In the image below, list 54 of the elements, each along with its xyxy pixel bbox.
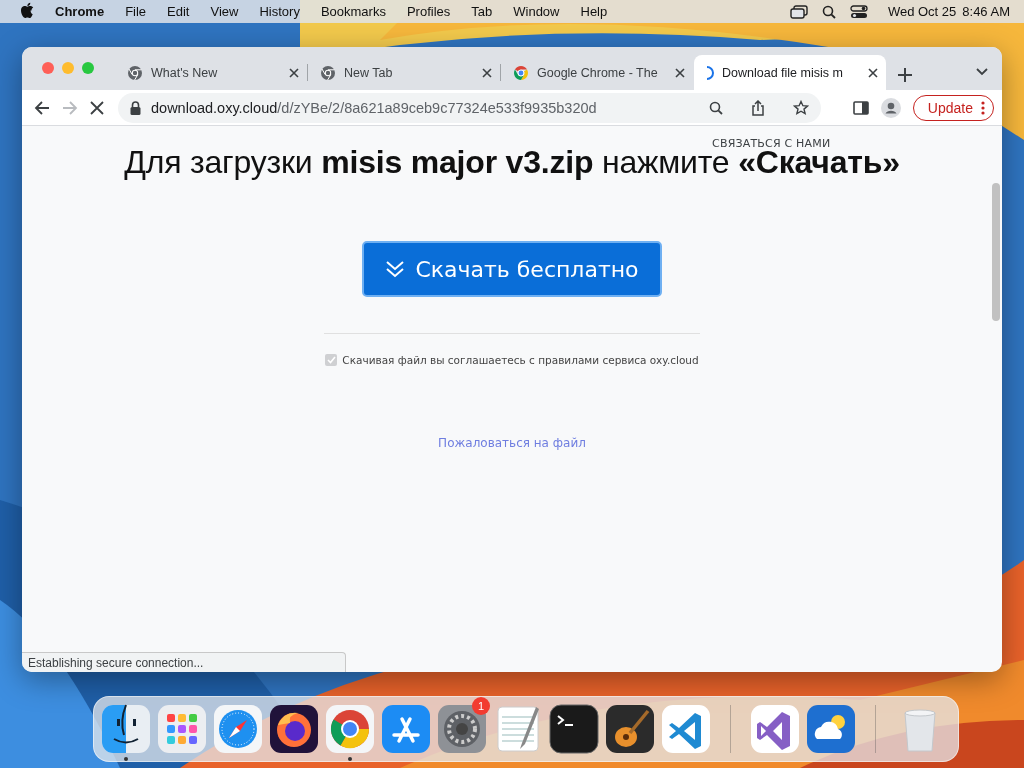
toggles-icon	[849, 4, 868, 19]
menu-item[interactable]: Bookmarks	[320, 4, 386, 19]
menu-bar-time: 8:46 AM	[962, 4, 1010, 19]
menu-item[interactable]: View	[210, 4, 239, 19]
menu-item[interactable]: Edit	[167, 4, 190, 19]
url-text: download.oxy.cloud/d/zYBe/2/8a621a89ceb9c77324e533f9935b320d	[151, 99, 598, 116]
loading-spinner-icon	[706, 65, 714, 80]
browser-tab[interactable]: Google Chrome - The	[501, 55, 693, 90]
download-button[interactable]: Скачать бесплатно	[362, 241, 662, 297]
double-chevron-down-icon	[385, 260, 406, 278]
close-icon	[289, 67, 299, 78]
menu-item[interactable]: Help	[580, 4, 608, 19]
notification-badge: 1	[472, 697, 490, 715]
browser-tab[interactable]: New Tab	[308, 55, 500, 90]
search-icon	[708, 100, 723, 115]
report-link[interactable]: Пожаловаться на файл	[438, 436, 586, 450]
kebab-menu-icon	[981, 100, 985, 115]
close-icon	[675, 67, 685, 78]
back-arrow-icon	[34, 99, 50, 116]
browser-icon	[324, 703, 376, 755]
close-window-button[interactable]	[42, 62, 54, 74]
scrollbar[interactable]	[992, 183, 1000, 321]
agreement-text: Скачивая файл вы соглашаетесь с правилами сервиса oxy.cloud	[342, 354, 699, 366]
address-bar[interactable]: download.oxy.cloud/d/zYBe/2/8a621a89ceb9c77324e533f9935b320d	[118, 92, 821, 123]
star-icon	[792, 99, 809, 116]
face-icon	[100, 703, 152, 755]
zoom-window-button[interactable]	[82, 62, 94, 74]
close-icon	[482, 67, 492, 78]
status-bubble: Establishing secure connection...	[22, 652, 346, 672]
close-icon	[868, 67, 878, 78]
share-icon	[750, 99, 765, 116]
search-icon	[821, 4, 836, 19]
chrome-logo-icon	[320, 64, 336, 81]
lock-icon	[130, 100, 141, 115]
menu-item[interactable]: Profiles	[406, 4, 451, 19]
new-tab-plus-icon	[898, 68, 912, 82]
forward-arrow-icon	[62, 99, 78, 116]
menu-item[interactable]: Window	[513, 4, 560, 19]
menu-bar-date: Wed Oct 25	[887, 4, 957, 19]
chrome-logo-icon	[127, 64, 143, 81]
app-menu[interactable]: Chrome	[55, 4, 105, 19]
windows-icon	[789, 4, 808, 19]
menu-item[interactable]: File	[125, 4, 147, 19]
profile-icon	[880, 97, 901, 118]
minimize-window-button[interactable]	[62, 62, 74, 74]
menu-item[interactable]: History	[259, 4, 300, 19]
browser-tab[interactable]: What's New	[115, 55, 307, 90]
chevron-down-icon	[976, 68, 988, 76]
side-panel-icon	[852, 100, 869, 115]
menu-item[interactable]: Tab	[471, 4, 493, 19]
update-button[interactable]: Update	[912, 94, 994, 121]
chrome-logo-icon	[513, 64, 529, 81]
browser-tab[interactable]: Download file misis m	[694, 55, 886, 90]
apple-icon	[20, 2, 34, 18]
